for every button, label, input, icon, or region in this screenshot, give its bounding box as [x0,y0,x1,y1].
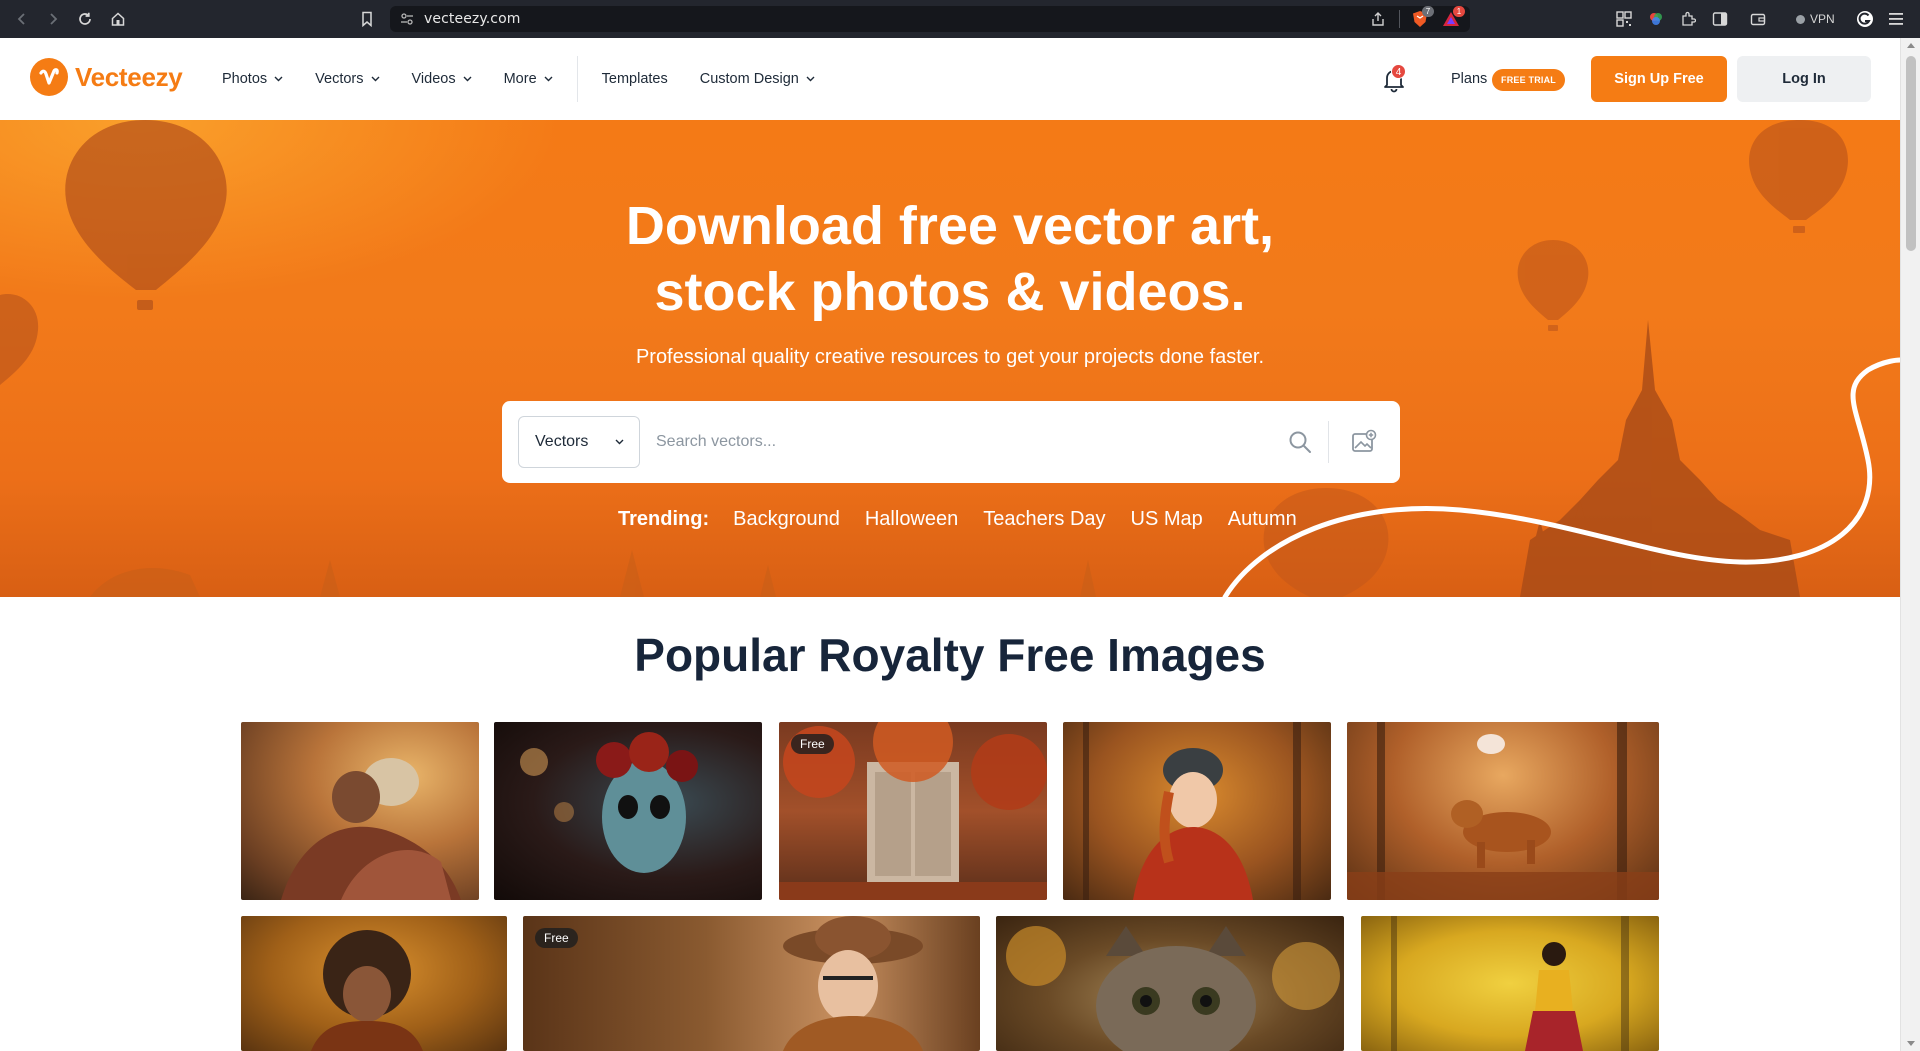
plans-link[interactable]: Plans [1451,71,1487,87]
browser-toolbar: vecteezy.com 7 1 VPN [0,0,1920,38]
section-title: Popular Royalty Free Images [634,629,1266,681]
photo-sugar-skull [520,732,698,873]
trending-link[interactable]: Background [733,508,840,531]
vpn-status-icon [1796,14,1805,24]
trending-link[interactable]: Autumn [1228,508,1297,531]
image-tile[interactable] [494,722,762,900]
free-badge: Free [535,928,578,948]
notification-badge: 4 [1391,64,1406,79]
trending-link[interactable]: Teachers Day [983,508,1105,531]
photo-running-dog [1347,722,1659,900]
sign-up-button[interactable]: Sign Up Free [1591,56,1727,102]
nav-label: More [503,71,537,87]
image-search-icon[interactable] [1351,429,1377,455]
image-tile[interactable]: Free [779,722,1047,900]
wallet-icon[interactable] [1748,9,1768,29]
brave-rewards-icon[interactable]: 1 [1441,6,1465,29]
image-tile[interactable] [1361,916,1659,1051]
image-tile[interactable] [1063,722,1331,900]
logo-text: Vecteezy [75,61,183,92]
photo-woman-hat [783,916,923,1051]
nav-custom-design[interactable]: Custom Design [700,71,815,87]
image-tile[interactable]: Free [523,916,980,1051]
chevron-down-icon [544,76,553,82]
sidebar-icon[interactable] [1710,9,1730,29]
profile-icon[interactable] [1855,9,1875,29]
bookmark-icon[interactable] [357,9,377,29]
image-tile[interactable] [996,916,1344,1051]
share-icon[interactable] [1370,11,1386,32]
qr-code-icon[interactable] [1614,9,1634,29]
page-scrollbar[interactable] [1900,38,1920,1051]
forward-icon[interactable] [43,9,63,29]
search-bar: Vectors [502,401,1400,483]
reload-icon[interactable] [75,9,95,29]
search-divider [1328,421,1329,463]
brave-shields-icon[interactable]: 7 [1410,6,1434,29]
hero-subtitle: Professional quality creative resources … [635,346,1265,368]
scroll-up-icon[interactable] [1907,43,1915,48]
photo-woman-beanie [1083,722,1301,900]
address-bar[interactable]: vecteezy.com [390,6,1470,32]
vpn-label: VPN [1810,12,1835,26]
log-in-button[interactable]: Log In [1737,56,1871,102]
color-extension-icon[interactable] [1646,9,1666,29]
trending-searches: Trending: Background Halloween Teachers … [618,508,1322,531]
vecteezy-logo-icon [30,58,68,96]
trending-link[interactable]: US Map [1131,508,1203,531]
trending-link[interactable]: Halloween [865,508,958,531]
vpn-button[interactable]: VPN [1788,8,1843,30]
photo-elderly-couple [281,758,461,900]
hero-title: Download free vector art, stock photos &… [0,193,1900,325]
scroll-down-icon[interactable] [1907,1041,1915,1046]
site-info-icon[interactable] [400,12,414,31]
rewards-count: 1 [1453,6,1465,17]
site-logo[interactable]: Vecteezy [30,58,183,96]
site-header: Vecteezy Photos Vectors Videos More Temp… [0,38,1900,120]
nav-divider [576,56,578,102]
hero-title-line: stock photos & videos. [654,262,1246,322]
photo-curly-child [311,930,423,1051]
menu-icon[interactable] [1886,9,1906,29]
hero-title-line: Download free vector art, [625,196,1275,256]
nav-label: Photos [222,71,268,87]
back-icon[interactable] [12,9,32,29]
free-trial-badge[interactable]: FREE TRIAL [1492,69,1565,91]
search-category-select[interactable]: Vectors [518,416,640,468]
chevron-down-icon [806,76,815,82]
scroll-thumb[interactable] [1906,56,1916,251]
photo-girl-yellow-forest [1391,916,1629,1051]
extensions-icon[interactable] [1678,9,1698,29]
chevron-down-icon [615,439,624,445]
chevron-down-icon [274,76,283,82]
search-input[interactable] [656,421,1256,463]
distant-pagodas [90,550,1096,597]
image-tile[interactable] [241,916,507,1051]
nav-more[interactable]: More [504,71,553,87]
nav-label: Templates [601,71,668,87]
toolbar-divider [1399,10,1400,28]
hero-banner: Download free vector art, stock photos &… [0,120,1900,597]
nav-templates[interactable]: Templates [602,71,668,87]
search-category-label: Vectors [535,433,589,450]
shields-count: 7 [1422,6,1434,17]
main-nav: Photos Vectors Videos More Templates Cus… [222,38,847,120]
trending-label: Trending: [618,508,710,530]
image-tile[interactable] [1347,722,1659,900]
free-badge: Free [791,734,834,754]
image-tile[interactable] [241,722,479,900]
nav-label: Videos [411,71,456,87]
search-icon[interactable] [1288,430,1312,454]
url-text: vecteezy.com [424,11,521,27]
home-icon[interactable] [108,9,128,29]
nav-videos[interactable]: Videos [412,71,472,87]
chevron-down-icon [463,76,472,82]
chevron-down-icon [371,76,380,82]
nav-label: Custom Design [699,71,799,87]
nav-photos[interactable]: Photos [222,71,283,87]
photo-kitten [1006,926,1340,1051]
nav-label: Vectors [315,71,364,87]
nav-vectors[interactable]: Vectors [315,71,380,87]
